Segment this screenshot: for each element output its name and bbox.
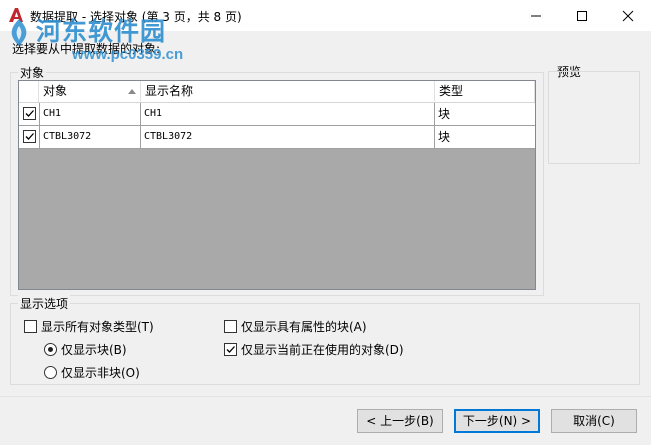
row-checkbox[interactable] xyxy=(23,107,36,120)
only-in-use-option[interactable]: 仅显示当前正在使用的对象(D) xyxy=(224,341,404,358)
only-blocks-radio[interactable] xyxy=(44,343,57,356)
sort-ascending-icon xyxy=(128,89,136,94)
watermark-name: 河东软件园 xyxy=(36,17,167,46)
table-header: 对象 显示名称 类型 xyxy=(19,81,535,103)
column-header-type[interactable]: 类型 xyxy=(435,81,535,102)
close-button[interactable] xyxy=(605,0,651,31)
objects-group-label: 对象 xyxy=(18,64,47,81)
next-button[interactable]: 下一步(N) > xyxy=(454,409,540,433)
maximize-button[interactable] xyxy=(559,0,605,31)
table-row[interactable]: CTBL3072 CTBL3072 块 xyxy=(19,126,535,149)
minimize-button[interactable] xyxy=(513,0,559,31)
show-all-types-option[interactable]: 显示所有对象类型(T) xyxy=(24,318,154,335)
radio-selected-dot xyxy=(48,347,53,352)
show-all-types-label: 显示所有对象类型(T) xyxy=(41,320,154,334)
checkmark-icon xyxy=(226,346,235,353)
only-attr-blocks-checkbox[interactable] xyxy=(224,320,237,333)
checkmark-icon xyxy=(25,133,34,140)
only-blocks-option[interactable]: 仅显示块(B) xyxy=(44,341,127,358)
only-in-use-checkbox[interactable] xyxy=(224,343,237,356)
header-checkbox-col xyxy=(19,81,39,102)
object-cell: CTBL3072 xyxy=(40,126,141,148)
object-cell: CH1 xyxy=(40,103,141,125)
only-blocks-label: 仅显示块(B) xyxy=(61,343,127,357)
only-in-use-label: 仅显示当前正在使用的对象(D) xyxy=(241,343,404,357)
back-button[interactable]: < 上一步(B) xyxy=(357,409,443,433)
minimize-icon xyxy=(531,15,541,16)
only-non-blocks-radio[interactable] xyxy=(44,366,57,379)
column-header-display-name-label: 显示名称 xyxy=(145,84,194,98)
preview-panel xyxy=(548,71,640,164)
close-icon xyxy=(622,10,634,21)
column-header-display-name[interactable]: 显示名称 xyxy=(141,81,435,102)
display-name-cell[interactable]: CH1 xyxy=(141,103,435,125)
objects-table: 对象 显示名称 类型 CH1 CH1 块 CTBL3072 CTBL3072 块 xyxy=(18,80,536,290)
column-header-type-label: 类型 xyxy=(439,84,464,98)
table-row[interactable]: CH1 CH1 块 xyxy=(19,103,535,126)
row-check-cell xyxy=(19,103,40,125)
row-checkbox[interactable] xyxy=(23,130,36,143)
row-check-cell xyxy=(19,126,40,148)
cancel-button[interactable]: 取消(C) xyxy=(551,409,637,433)
watermark-url: www.pc0359.cn xyxy=(72,46,184,63)
button-bar: < 上一步(B) 下一步(N) > 取消(C) xyxy=(0,396,651,445)
only-non-blocks-label: 仅显示非块(O) xyxy=(61,366,140,380)
maximize-icon xyxy=(577,10,587,21)
checkmark-icon xyxy=(25,110,34,117)
display-options-label: 显示选项 xyxy=(18,295,71,312)
column-header-object-label: 对象 xyxy=(43,84,68,98)
column-header-object[interactable]: 对象 xyxy=(39,81,141,102)
only-attr-blocks-label: 仅显示具有属性的块(A) xyxy=(241,320,367,334)
display-name-cell[interactable]: CTBL3072 xyxy=(141,126,435,148)
show-all-types-checkbox[interactable] xyxy=(24,320,37,333)
type-cell: 块 xyxy=(438,130,451,144)
only-attr-blocks-option[interactable]: 仅显示具有属性的块(A) xyxy=(224,318,367,335)
type-cell: 块 xyxy=(438,107,451,121)
only-non-blocks-option[interactable]: 仅显示非块(O) xyxy=(44,364,140,381)
watermark-logo-icon xyxy=(11,19,27,46)
